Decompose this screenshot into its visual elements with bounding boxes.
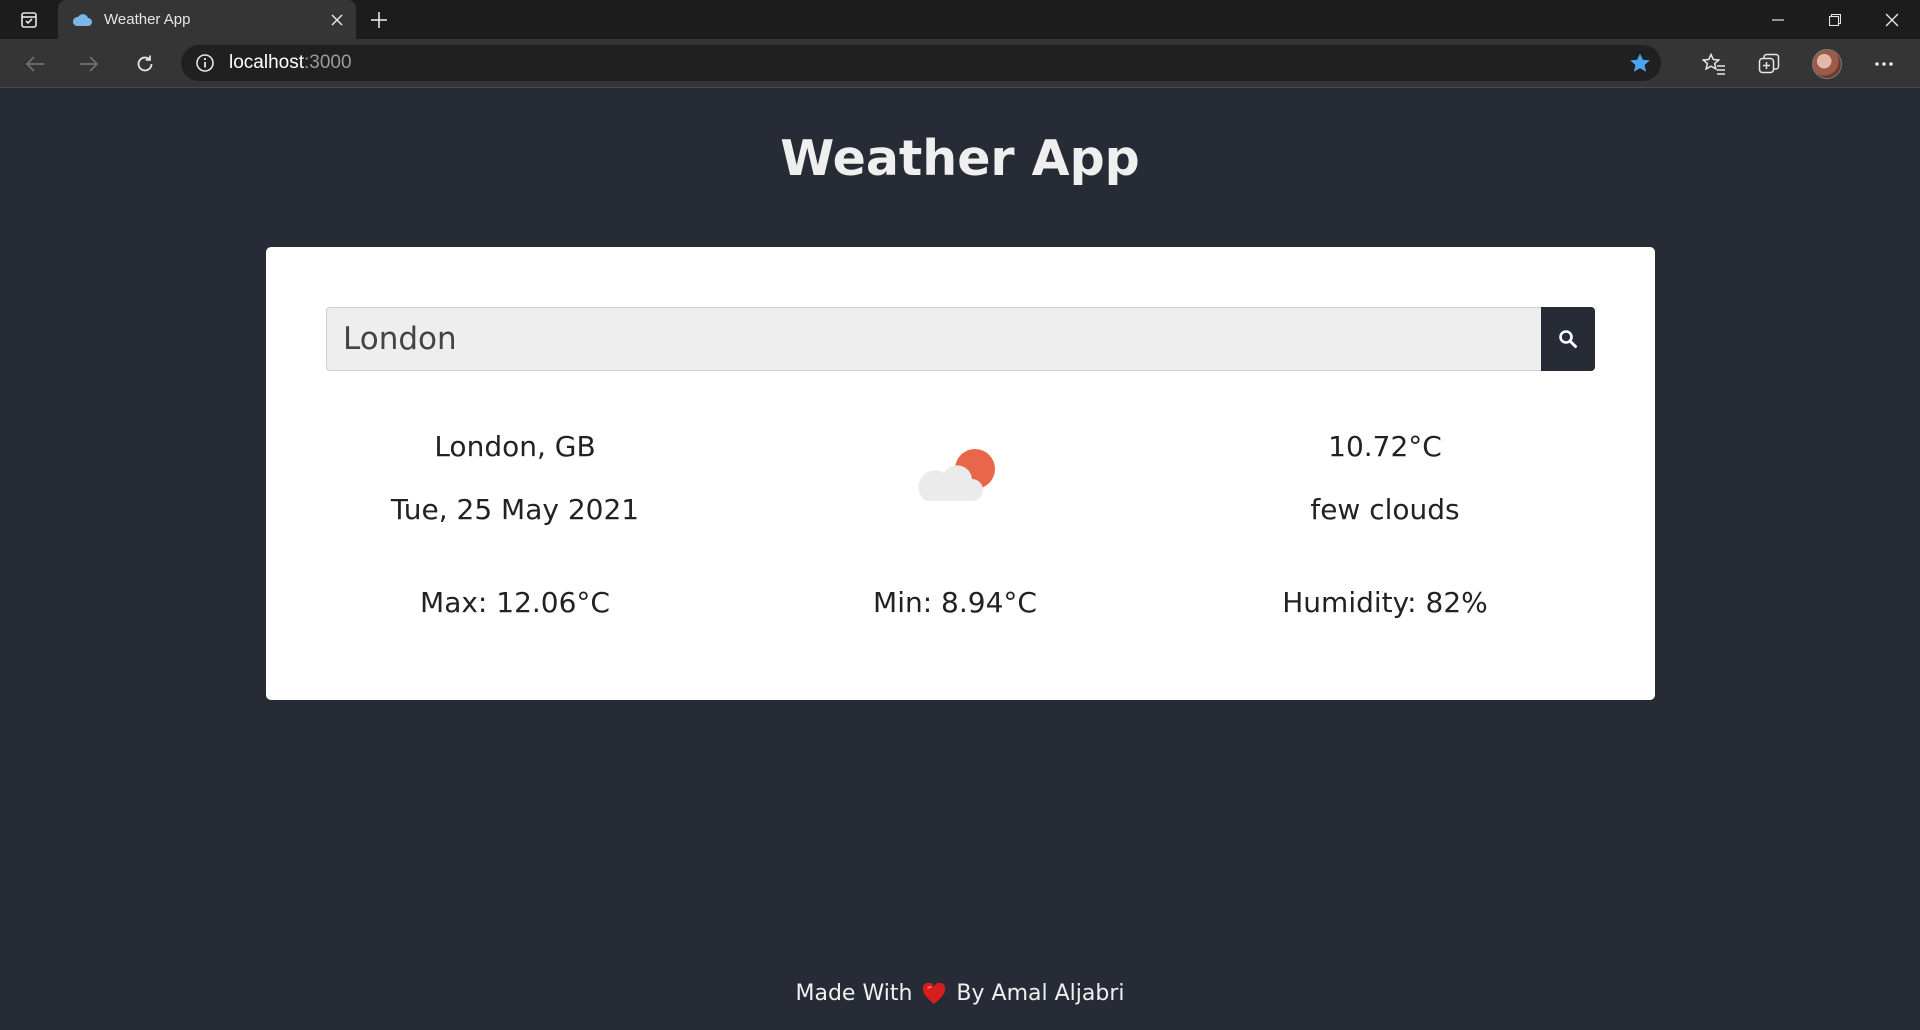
footer: Made With By Amal Aljabri: [0, 981, 1920, 1006]
arrow-left-icon: [25, 56, 44, 72]
tab-close-button[interactable]: [327, 10, 346, 29]
tab-weather-app[interactable]: Weather App: [58, 0, 356, 39]
reload-button[interactable]: [128, 47, 162, 81]
minimize-icon: [1771, 18, 1784, 21]
tab-actions-icon: [21, 11, 37, 28]
few-clouds-icon: [918, 449, 995, 501]
url-host: localhost: [229, 52, 304, 73]
back-button[interactable]: [18, 47, 52, 81]
cloud-favicon-icon: [72, 13, 92, 26]
plus-icon: [371, 11, 387, 28]
footer-made-with: Made With: [795, 981, 913, 1006]
url-port: :3000: [304, 52, 352, 73]
collections-button[interactable]: [1752, 47, 1786, 81]
tab-actions-button[interactable]: [0, 0, 58, 39]
settings-more-button[interactable]: [1867, 47, 1901, 81]
forward-button[interactable]: [72, 47, 106, 81]
minimize-button[interactable]: [1749, 0, 1806, 39]
avatar: [1812, 49, 1842, 79]
close-window-icon: [1885, 13, 1898, 26]
temperature-text: 10.72°C: [1328, 430, 1442, 463]
url-bar[interactable]: localhost:3000: [181, 45, 1661, 81]
favorite-star-icon[interactable]: [1629, 52, 1651, 74]
browser-address-bar: localhost:3000: [0, 39, 1920, 88]
description-text: few clouds: [1310, 493, 1460, 526]
max-temperature-text: Max: 12.06°C: [420, 586, 610, 619]
new-tab-button[interactable]: [356, 0, 402, 39]
min-temperature-text: Min: 8.94°C: [873, 586, 1037, 619]
reload-icon: [137, 55, 153, 72]
collections-icon: [1758, 53, 1780, 74]
site-info-button[interactable]: [195, 53, 215, 73]
footer-author: By Amal Aljabri: [956, 981, 1125, 1006]
date-text: Tue, 25 May 2021: [390, 493, 640, 526]
browser-tab-bar: Weather App: [0, 0, 1920, 39]
search-icon: [1559, 330, 1577, 348]
favorites-list-icon: [1702, 53, 1725, 75]
page-content: Weather App London, GB Tue, 25 May 2021 …: [0, 89, 1920, 1030]
restore-button[interactable]: [1806, 0, 1863, 39]
location-text: London, GB: [434, 430, 596, 463]
profile-button[interactable]: [1810, 47, 1844, 81]
arrow-right-icon: [80, 56, 99, 72]
info-icon: [196, 54, 214, 72]
more-horizontal-icon: [1875, 62, 1893, 66]
window-controls: [1749, 0, 1920, 39]
search-button[interactable]: [1541, 307, 1595, 371]
city-search-input[interactable]: [326, 307, 1542, 371]
weather-card: London, GB Tue, 25 May 2021 10.72°C few …: [266, 247, 1655, 700]
favorites-button[interactable]: [1697, 47, 1731, 81]
restore-icon: [1828, 13, 1841, 26]
tab-title: Weather App: [104, 11, 191, 28]
close-icon: [330, 13, 343, 26]
close-window-button[interactable]: [1863, 0, 1920, 39]
app-title: Weather App: [780, 130, 1140, 187]
heart-icon: [923, 982, 946, 1004]
humidity-text: Humidity: 82%: [1282, 586, 1488, 619]
